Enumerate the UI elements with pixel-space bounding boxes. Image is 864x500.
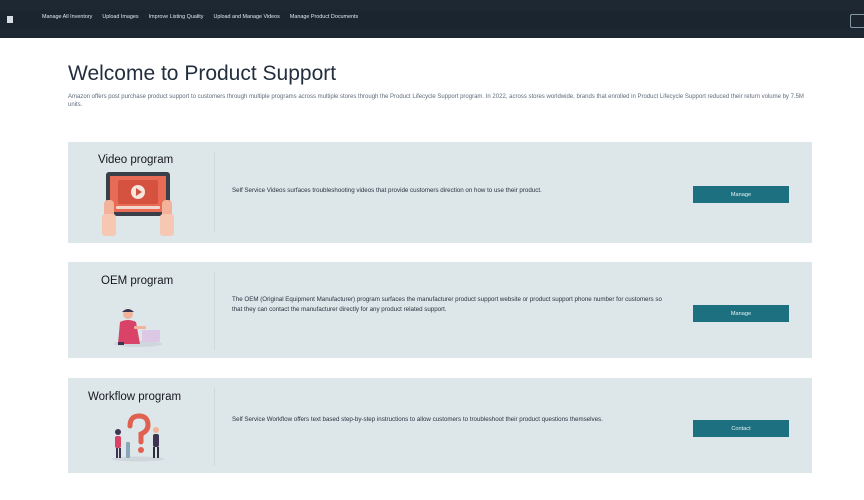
card-divider — [214, 272, 215, 350]
video-manage-button[interactable]: Manage — [693, 186, 789, 203]
video-tablet-icon — [102, 172, 174, 236]
card-divider — [214, 388, 215, 466]
workflow-program-card: Workflow program Self Service Workflow o… — [68, 378, 812, 473]
page-intro: Amazon offers post purchase product supp… — [68, 94, 804, 108]
card-title: Workflow program — [88, 391, 182, 403]
nav-improve-listing-quality[interactable]: Improve Listing Quality — [149, 14, 204, 20]
nav-manage-all-inventory[interactable]: Manage All Inventory — [42, 14, 92, 20]
question-people-icon — [112, 413, 164, 462]
panel-toggle-icon[interactable] — [850, 14, 864, 28]
video-program-card: Video program Self Service Videos surfac… — [68, 142, 812, 243]
card-title: OEM program — [101, 275, 174, 287]
card-description: Self Service Videos surfaces troubleshoo… — [232, 187, 542, 194]
nav-upload-images[interactable]: Upload Images — [102, 14, 138, 20]
menu-strip: Manage All Inventory Upload Images Impro… — [0, 10, 864, 30]
top-navigation-bar: Manage All Inventory Upload Images Impro… — [0, 0, 864, 38]
nav-upload-manage-videos[interactable]: Upload and Manage Videos — [213, 14, 279, 20]
nav-links: Manage All Inventory Upload Images Impro… — [42, 14, 358, 20]
support-person-icon — [114, 309, 162, 347]
card-title: Video program — [98, 154, 174, 166]
card-divider — [214, 152, 215, 232]
oem-manage-button[interactable]: Manage — [693, 305, 789, 322]
page-title: Welcome to Product Support — [68, 62, 337, 85]
card-description: The OEM (Original Equipment Manufacturer… — [232, 296, 662, 313]
card-description: Self Service Workflow offers text based … — [232, 416, 603, 423]
menu-icon[interactable] — [7, 16, 13, 23]
oem-program-card: OEM program The OEM (Original Equipment … — [68, 262, 812, 358]
nav-manage-product-documents[interactable]: Manage Product Documents — [290, 14, 358, 20]
workflow-contact-button[interactable]: Contact — [693, 420, 789, 437]
